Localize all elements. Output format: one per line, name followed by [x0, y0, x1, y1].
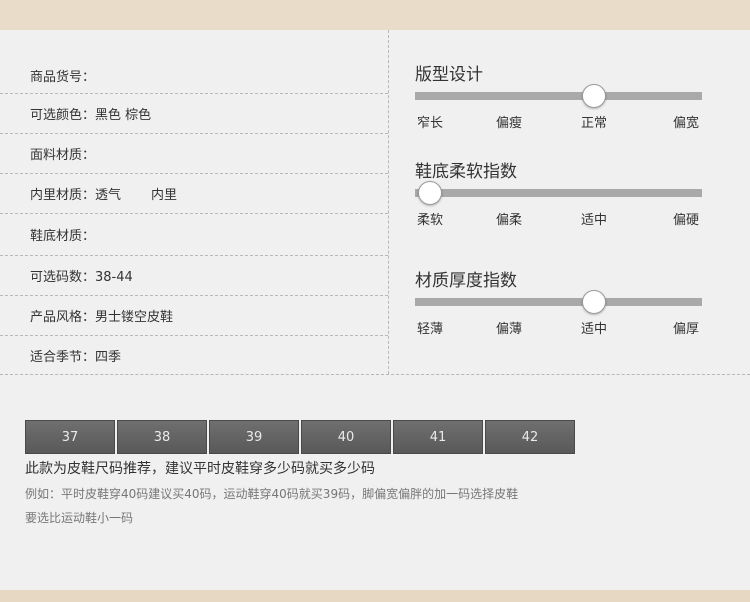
meter-label: 偏厚: [673, 322, 700, 337]
bottom-band: [0, 590, 750, 602]
meter-label: 适中: [581, 322, 608, 337]
meter-2: 鞋底柔软指数柔软 偏柔 适中 偏硬: [415, 157, 705, 237]
size-cell: 41: [393, 420, 483, 454]
meter-label: 适中: [581, 213, 608, 228]
size-cell: 42: [485, 420, 575, 454]
meter-label: 偏瘦: [496, 116, 523, 131]
spec-label: 鞋底材质：: [30, 229, 96, 244]
spec-value: 四季: [95, 349, 122, 365]
meter-label: 偏硬: [673, 213, 700, 228]
spec-label: 内里材质：: [30, 188, 96, 203]
top-band: [0, 0, 750, 30]
spec-row: 鞋底材质：: [0, 213, 388, 256]
section-divider: [0, 374, 750, 375]
meter-title: 版型设计: [415, 65, 483, 85]
meter-knob: [418, 181, 442, 205]
meter-label: 偏宽: [673, 116, 700, 131]
spec-label: 商品货号：: [30, 70, 96, 85]
meter-track: [415, 298, 702, 306]
spec-label: 产品风格：: [30, 310, 96, 325]
spec-label: 面料材质：: [30, 148, 96, 163]
meter-title: 鞋底柔软指数: [415, 162, 517, 182]
size-note-line-2: 要选比运动鞋小一码: [25, 511, 134, 525]
size-cell: 38: [117, 420, 207, 454]
meter-knob: [582, 84, 606, 108]
spec-label: 可选颜色：: [30, 108, 96, 123]
meter-label: 偏薄: [496, 322, 523, 337]
spec-value: 透气: [95, 188, 122, 203]
spec-row: 面料材质：: [0, 133, 388, 174]
meter-1: 版型设计窄长 偏瘦 正常 偏宽: [415, 60, 705, 140]
spec-value: 38-44: [95, 270, 133, 285]
spec-row: 适合季节：四季: [0, 335, 388, 374]
size-note-body: 例如：平时皮鞋穿40码建议买40码，运动鞋穿40码就买39码，脚偏宽偏胖的加一码…: [25, 482, 625, 530]
size-note-title: 此款为皮鞋尺码推荐，建议平时皮鞋穿多少码就买多少码: [25, 461, 375, 477]
spec-row: 商品货号：: [0, 30, 388, 94]
meter-label: 偏柔: [496, 213, 523, 228]
spec-row: 内里材质：透气 内里: [0, 173, 388, 214]
product-detail-panel: 商品货号： 可选颜色：黑色 棕色 面料材质： 内里材质：透气 内里 鞋底材质： 可选码数：3…: [0, 30, 750, 590]
spec-row: 产品风格：男士镂空皮鞋: [0, 295, 388, 336]
meter-track: [415, 189, 702, 197]
size-note-line-1: 例如：平时皮鞋穿40码建议买40码，运动鞋穿40码就买39码，脚偏宽偏胖的加一码…: [25, 487, 519, 501]
spec-label: 可选码数：: [30, 270, 96, 285]
meter-label: 正常: [581, 116, 608, 131]
spec-row: 可选码数：38-44: [0, 255, 388, 296]
meter-3: 材质厚度指数轻薄 偏薄 适中 偏厚: [415, 266, 705, 346]
meter-label: 柔软: [417, 213, 444, 228]
meter-label: 窄长: [417, 116, 444, 131]
meter-knob: [582, 290, 606, 314]
meter-track: [415, 92, 702, 100]
size-cell: 40: [301, 420, 391, 454]
meter-title: 材质厚度指数: [415, 271, 517, 291]
vertical-divider: [388, 30, 389, 374]
size-cell: 39: [209, 420, 299, 454]
spec-value: 黑色 棕色: [95, 108, 152, 123]
meter-label: 轻薄: [417, 322, 444, 337]
spec-row: 可选颜色：黑色 棕色: [0, 93, 388, 134]
spec-extra: 内里: [151, 188, 178, 203]
spec-value: 男士镂空皮鞋: [95, 310, 174, 325]
size-cell: 37: [25, 420, 115, 454]
spec-label: 适合季节：: [30, 349, 96, 365]
